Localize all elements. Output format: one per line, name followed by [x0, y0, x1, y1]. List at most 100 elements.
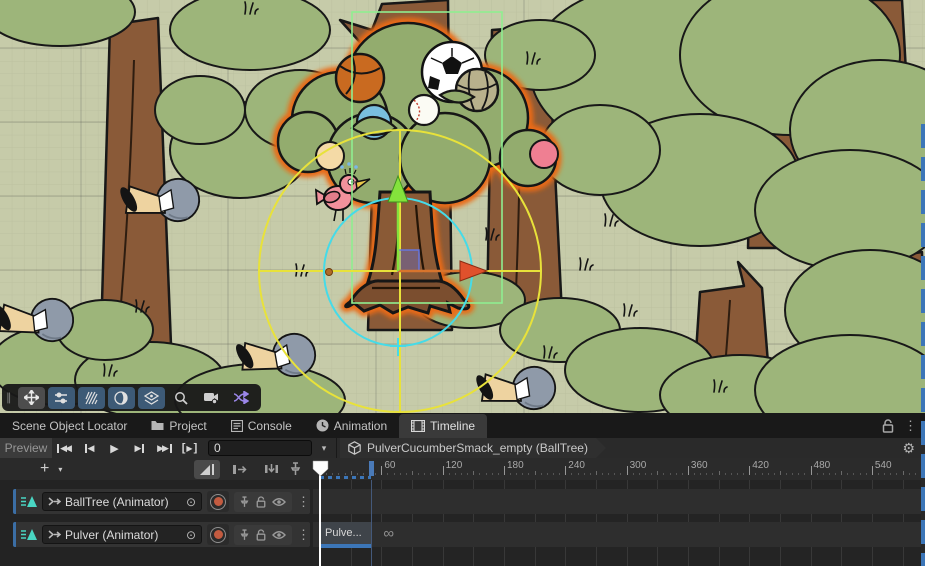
move-tool[interactable] — [18, 387, 45, 409]
right-edge-scroll-strip[interactable] — [921, 124, 925, 566]
object-picker-icon[interactable]: ⊙ — [186, 528, 196, 542]
pin-icon[interactable] — [290, 462, 301, 476]
pink-ball[interactable] — [530, 140, 558, 168]
basketball[interactable] — [336, 54, 384, 102]
tab-timeline[interactable]: Timeline — [399, 414, 487, 438]
sliders-icon — [54, 391, 68, 405]
timeline-settings-gear-icon[interactable]: ⚙ — [902, 438, 915, 458]
previous-frame-button[interactable]: ◀ — [77, 439, 102, 457]
camera-icon — [203, 391, 219, 404]
ruler-label: 540 — [875, 460, 892, 471]
tab-label: Project — [169, 419, 206, 433]
film-icon — [411, 420, 425, 432]
hatch-icon — [84, 391, 98, 405]
timeline-ruler[interactable]: 60120180240300360420480540 — [313, 458, 921, 481]
skip-start-icon: ◀◀ — [60, 443, 70, 454]
ruler-label: 60 — [384, 460, 395, 471]
record-button[interactable] — [207, 524, 229, 545]
next-frame-button[interactable]: ▶ — [127, 439, 152, 457]
editor-window: ∥ — [0, 0, 925, 566]
search-icon — [174, 391, 188, 405]
console-icon — [231, 420, 243, 432]
layers-icon — [144, 391, 159, 405]
range-play-icon: ▶ — [186, 444, 192, 453]
object-picker-icon[interactable]: ⊙ — [186, 495, 196, 509]
duration-marker[interactable] — [369, 461, 374, 476]
timeline-lanes[interactable]: Pulve... ∞ — [313, 480, 921, 566]
eclipse-tool[interactable] — [108, 387, 135, 409]
scene-toolbar: ∥ — [2, 384, 261, 411]
eye-icon[interactable] — [272, 497, 286, 507]
hatch-tool[interactable] — [78, 387, 105, 409]
tab-label: Console — [248, 419, 292, 433]
record-button[interactable] — [207, 491, 229, 512]
curves-view-toggle[interactable] — [194, 460, 220, 479]
cube-icon — [348, 441, 361, 455]
timeline-track-toolbar: + ▾ — [0, 458, 313, 481]
playhead-handle[interactable] — [312, 460, 329, 477]
eclipse-icon — [114, 391, 128, 405]
preview-toggle-button[interactable]: Preview — [0, 438, 52, 458]
animator-binding-field[interactable]: Pulver (Animator) ⊙ — [42, 525, 202, 544]
clip-edge-right-icon — [232, 464, 247, 475]
play-range-button[interactable]: [▶] — [177, 439, 202, 457]
pin-icon[interactable] — [240, 529, 249, 541]
edit-mode-replace-button[interactable] — [258, 460, 284, 479]
plus-icon: + — [40, 461, 49, 477]
track-menu-icon[interactable]: ⋮ — [297, 494, 310, 510]
add-track-button[interactable]: + ▾ — [40, 461, 62, 477]
toolbar-drag-handle[interactable]: ∥ — [6, 391, 13, 404]
tab-animation[interactable]: Animation — [304, 413, 399, 438]
ruler-label: 240 — [568, 460, 585, 471]
unlock-icon[interactable] — [256, 529, 266, 541]
clip-insert-icon — [264, 463, 279, 475]
go-to-start-button[interactable]: ◀◀ — [52, 439, 77, 457]
animator-binding-field[interactable]: BallTree (Animator) ⊙ — [42, 492, 202, 511]
animator-icon — [48, 529, 61, 540]
panel-menu-icon[interactable]: ⋮ — [904, 418, 917, 434]
track-header-column: BallTree (Animator) ⊙ ⋮ — [0, 480, 313, 566]
play-icon: ▶ — [110, 442, 118, 455]
track-options-strip — [234, 492, 292, 512]
shuffle-tool[interactable] — [228, 387, 255, 409]
ruler-label: 300 — [630, 460, 647, 471]
track-header-balltree[interactable]: BallTree (Animator) ⊙ ⋮ — [13, 489, 310, 514]
go-to-end-button[interactable]: ▶▶ — [152, 439, 177, 457]
eye-icon[interactable] — [272, 530, 286, 540]
cream-ball[interactable] — [316, 142, 344, 170]
tab-console[interactable]: Console — [219, 413, 304, 438]
clock-icon — [316, 419, 329, 432]
animator-icon — [48, 496, 61, 507]
edit-mode-mix-button[interactable] — [226, 460, 252, 479]
track-options-strip — [234, 525, 292, 545]
track-name: Pulver (Animator) — [65, 528, 158, 542]
panel-tab-bar: Scene Object Locator Project Console Ani… — [0, 413, 925, 438]
animation-track-icon — [20, 528, 37, 541]
animation-clip[interactable]: Pulve... — [320, 522, 371, 548]
timeline-options-dropdown[interactable]: ▾ — [312, 443, 336, 454]
ruler-label: 480 — [814, 460, 831, 471]
tab-project[interactable]: Project — [139, 413, 218, 438]
tab-label: Timeline — [430, 419, 475, 433]
track-header-pulver[interactable]: Pulver (Animator) ⊙ ⋮ — [13, 522, 310, 547]
volleyball[interactable] — [456, 69, 498, 111]
current-frame-input[interactable]: 0 — [208, 440, 312, 456]
breadcrumb[interactable]: PulverCucumberSmack_empty (BallTree) — [340, 438, 606, 458]
sliders-tool[interactable] — [48, 387, 75, 409]
step-forward-icon: ▶ — [135, 443, 142, 454]
search-tool[interactable] — [168, 387, 195, 409]
ruler-label: 120 — [446, 460, 463, 471]
pin-icon[interactable] — [240, 496, 249, 508]
layers-tool[interactable] — [138, 387, 165, 409]
baseball[interactable] — [409, 95, 439, 125]
unlock-icon[interactable] — [256, 496, 266, 508]
animation-track-icon — [20, 495, 37, 508]
camera-tool[interactable] — [198, 387, 225, 409]
track-menu-icon[interactable]: ⋮ — [297, 527, 310, 543]
play-button[interactable]: ▶ — [102, 439, 127, 457]
scene-view[interactable] — [0, 0, 925, 413]
step-back-icon: ◀ — [88, 443, 95, 454]
tab-scene-object-locator[interactable]: Scene Object Locator — [0, 413, 139, 438]
unlock-icon[interactable] — [882, 419, 894, 433]
infinite-clip-icon: ∞ — [383, 525, 394, 542]
